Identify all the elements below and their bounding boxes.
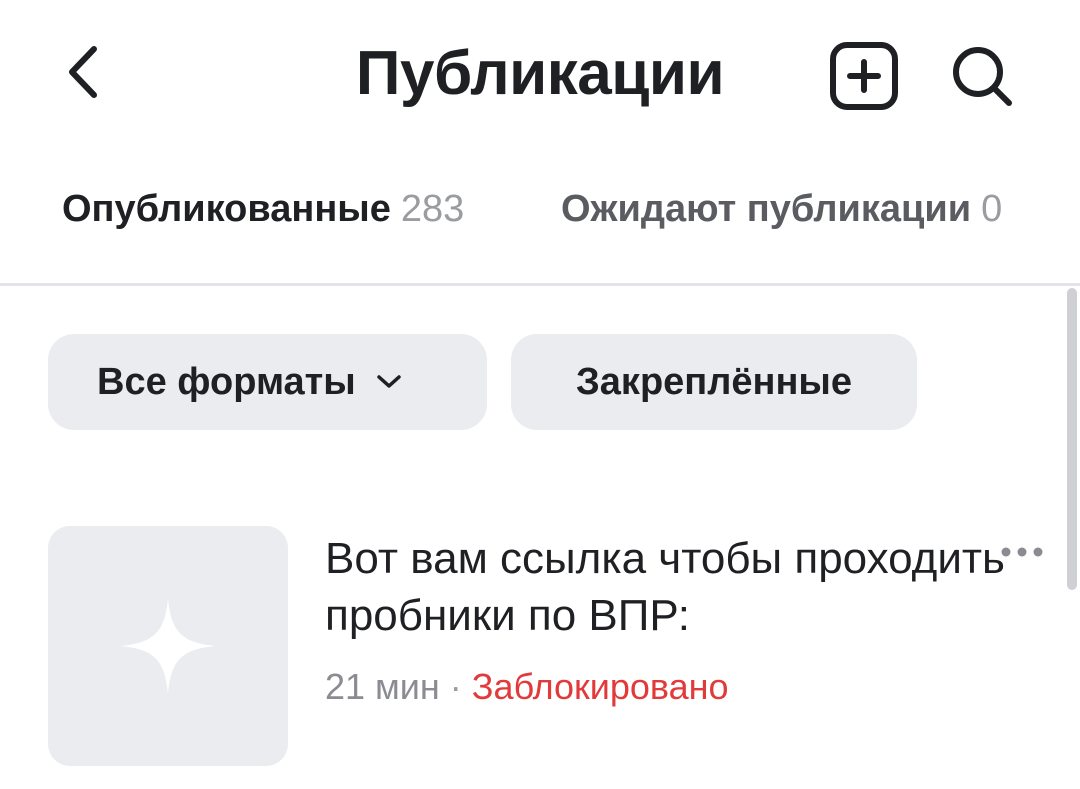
publication-tabs: Опубликованные 283 Ожидают публикации 0 xyxy=(0,160,1080,284)
meta-separator: · xyxy=(449,666,462,707)
search-button[interactable] xyxy=(944,38,1020,114)
tab-count: 283 xyxy=(400,188,465,230)
post-title[interactable]: Вот вам ссылка чтобы проходить пробники … xyxy=(325,530,1005,644)
chevron-down-icon xyxy=(376,374,402,390)
tab-pending[interactable]: Ожидают публикации 0 xyxy=(561,188,1002,231)
formats-filter-label: Все форматы xyxy=(97,360,356,403)
add-publication-button[interactable] xyxy=(826,38,902,114)
page-title: Публикации xyxy=(355,39,725,108)
tab-label: Ожидают публикации xyxy=(561,188,972,230)
search-icon xyxy=(953,47,1012,106)
post-more-button[interactable] xyxy=(992,534,1052,570)
app-header: Публикации xyxy=(0,0,1080,150)
tab-label: Опубликованные xyxy=(62,188,391,230)
post-status-badge: Заблокировано xyxy=(471,666,729,707)
plus-square-icon xyxy=(830,42,898,110)
tab-published[interactable]: Опубликованные 283 xyxy=(62,188,464,231)
pinned-filter-chip[interactable]: Закреплённые xyxy=(511,334,917,430)
tabs-divider xyxy=(0,283,1080,286)
publication-list-item[interactable]: Вот вам ссылка чтобы проходить пробники … xyxy=(48,526,1048,766)
post-time: 21 мин xyxy=(325,666,440,707)
tab-count: 0 xyxy=(981,188,1003,230)
more-horizontal-icon xyxy=(1001,547,1043,557)
scrollbar[interactable] xyxy=(1067,288,1077,590)
pinned-filter-label: Закреплённые xyxy=(575,360,853,403)
post-meta: 21 мин · Заблокировано xyxy=(325,666,729,708)
sparkle-icon xyxy=(120,598,216,694)
formats-filter-dropdown[interactable]: Все форматы xyxy=(48,334,487,430)
post-thumbnail[interactable] xyxy=(48,526,288,766)
